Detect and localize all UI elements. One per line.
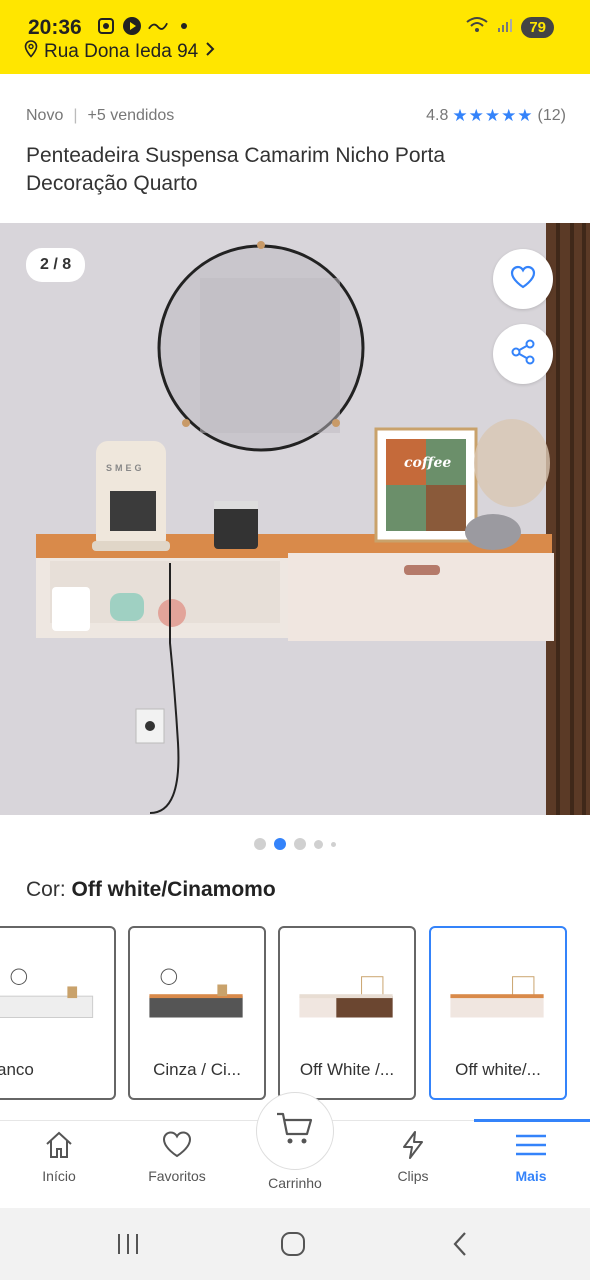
variant-option[interactable]: Off White /... [278, 926, 416, 1100]
nav-favoritos[interactable]: Favoritos [122, 1129, 232, 1184]
status-icons [96, 16, 194, 36]
favorite-button[interactable] [493, 249, 553, 309]
home-icon [43, 1129, 75, 1164]
nav-clips[interactable]: Clips [358, 1129, 468, 1184]
heart-icon [510, 265, 536, 294]
address-text: Rua Dona Ieda 94 [44, 41, 199, 62]
status-right: 79 [465, 16, 554, 39]
cart-icon [275, 1110, 315, 1153]
star-icon: ★★★★★ [452, 106, 534, 125]
share-icon [509, 338, 537, 371]
meta-divider: | [73, 107, 78, 124]
product-image[interactable]: coffee SMEG [0, 223, 590, 815]
rating-value: 4.8 [426, 107, 449, 124]
variant-label: Off white/... [455, 1060, 541, 1079]
screenshot-icon [96, 16, 116, 36]
system-navigation-bar [0, 1208, 590, 1280]
share-button[interactable] [493, 324, 553, 384]
carousel-dot-active[interactable] [274, 838, 286, 850]
variant-label: Cinza / Ci... [153, 1060, 241, 1079]
app-notification-icon [148, 16, 168, 36]
chevron-right-icon [204, 41, 216, 63]
menu-icon [514, 1129, 548, 1164]
nav-carrinho-label: Carrinho [268, 1175, 322, 1191]
recent-apps-button[interactable] [108, 1228, 148, 1260]
appliance-brand-text: SMEG [106, 463, 145, 473]
image-counter: 2 / 8 [26, 248, 86, 282]
nav-label: Clips [397, 1168, 429, 1184]
variant-option[interactable]: Cinza / Ci... [128, 926, 266, 1100]
coffee-sign-text: coffee [404, 455, 452, 471]
lightning-icon [397, 1129, 429, 1164]
carousel-dot[interactable] [254, 838, 266, 850]
nav-carrinho[interactable] [256, 1092, 334, 1170]
variant-label: Off White /... [299, 1060, 395, 1079]
variant-label: Branco [0, 1060, 34, 1079]
carousel-dot[interactable] [314, 839, 323, 849]
nav-label: Mais [515, 1168, 547, 1184]
meta-left: Novo | +5 vendidos [26, 107, 174, 125]
nav-mais[interactable]: Mais [476, 1129, 586, 1184]
signal-icon [497, 17, 513, 38]
color-selected-value: Off white/Cinamomo [71, 878, 276, 901]
nav-label: Início [42, 1168, 76, 1184]
variant-option-selected[interactable]: Off white/... [429, 926, 567, 1100]
wifi-icon [465, 16, 489, 39]
location-pin-icon [24, 40, 38, 64]
carousel-dots [0, 838, 590, 850]
review-count: (12) [537, 107, 566, 124]
battery-indicator: 79 [521, 17, 554, 38]
nav-inicio[interactable]: Início [4, 1129, 114, 1184]
top-bar: 20:36 79 Rua Dona Ieda 94 [0, 0, 590, 74]
sold-count: +5 vendidos [87, 107, 175, 124]
home-button[interactable] [273, 1228, 313, 1260]
active-tab-indicator [474, 1119, 590, 1122]
color-label-prefix: Cor: [26, 878, 72, 901]
carousel-dot[interactable] [294, 838, 306, 850]
color-variants: Branco Cinza / Ci... Off White /... Off … [0, 926, 590, 1101]
color-label: Cor: Off white/Cinamomo [26, 878, 276, 902]
delivery-address[interactable]: Rua Dona Ieda 94 [24, 40, 216, 64]
play-icon [122, 16, 142, 36]
back-button[interactable] [440, 1228, 480, 1260]
variant-option[interactable]: Branco [0, 926, 116, 1100]
product-title: Penteadeira Suspensa Camarim Nicho Porta… [26, 144, 446, 195]
rating-summary[interactable]: 4.8 ★★★★★ (12) [426, 106, 566, 126]
nav-label: Favoritos [148, 1168, 206, 1184]
condition-label: Novo [26, 107, 64, 124]
heart-icon [161, 1129, 193, 1164]
product-meta-row: Novo | +5 vendidos 4.8 ★★★★★ (12) [26, 106, 566, 126]
carousel-dot[interactable] [331, 841, 336, 847]
dot-icon [174, 16, 194, 36]
status-time: 20:36 [28, 16, 82, 39]
